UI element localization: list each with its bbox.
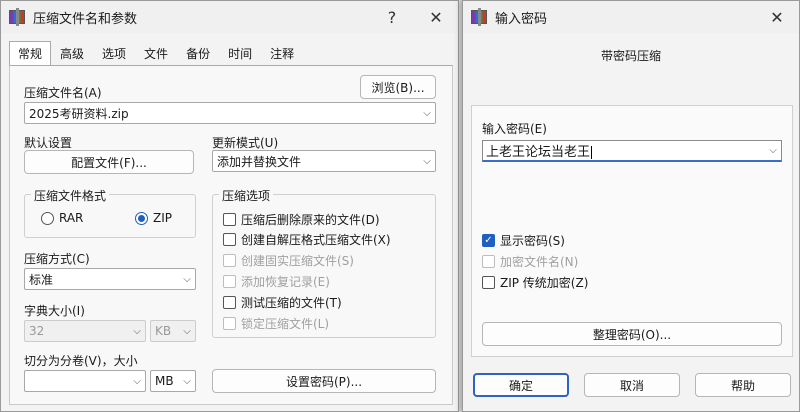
winrar-app-icon <box>9 8 25 26</box>
tab-bar: 常规 高级 选项 文件 备份 时间 注释 <box>9 41 303 65</box>
dict-size-value: 32 <box>29 324 45 338</box>
checkbox-icon <box>223 254 236 267</box>
options-group: 压缩选项 压缩后删除原来的文件(D) 创建自解压格式压缩文件(X) 创建固实压缩… <box>212 187 436 338</box>
lock-archive-checkbox: 锁定压缩文件(L) <box>223 315 329 332</box>
method-select[interactable]: 标准 ⌵ <box>24 268 196 290</box>
options-group-title: 压缩选项 <box>219 187 274 204</box>
test-files-checkbox[interactable]: 测试压缩的文件(T) <box>223 294 342 311</box>
sfx-checkbox[interactable]: 创建自解压格式压缩文件(X) <box>223 231 391 248</box>
delete-after-checkbox[interactable]: 压缩后删除原来的文件(D) <box>223 211 380 228</box>
browse-button[interactable]: 浏览(B)... <box>360 75 436 99</box>
password-input[interactable]: 上老王论坛当老王 ⌵ <box>482 140 782 162</box>
cancel-button[interactable]: 取消 <box>584 373 680 397</box>
password-subtitle: 带密码压缩 <box>600 49 661 63</box>
enter-password-label: 输入密码(E) <box>482 122 547 136</box>
method-value: 标准 <box>29 272 54 287</box>
checkbox-icon <box>223 317 236 330</box>
update-mode-value: 添加并替换文件 <box>217 154 302 169</box>
radio-icon <box>41 211 54 225</box>
tab-backup[interactable]: 备份 <box>177 41 219 65</box>
chevron-down-icon[interactable]: ⌵ <box>129 376 145 387</box>
chevron-down-icon: ⌵ <box>183 325 191 337</box>
format-rar-radio[interactable]: RAR <box>41 211 83 225</box>
chevron-down-icon[interactable]: ⌵ <box>179 376 195 387</box>
tab-time[interactable]: 时间 <box>219 41 261 65</box>
checkbox-icon <box>482 276 495 289</box>
organize-passwords-button[interactable]: 整理密码(O)... <box>482 322 782 346</box>
split-unit-select[interactable]: MB ⌵ <box>150 370 196 392</box>
method-label: 压缩方式(C) <box>24 252 90 266</box>
tab-files[interactable]: 文件 <box>135 41 177 65</box>
split-unit-value: MB <box>155 374 174 388</box>
help-button[interactable]: 帮助 <box>695 373 791 397</box>
archive-name-value: 2025考研资料.zip <box>29 106 129 121</box>
profiles-button[interactable]: 配置文件(F)... <box>24 150 194 174</box>
recovery-record-checkbox: 添加恢复记录(E) <box>223 273 330 290</box>
split-label: 切分为分卷(V)，大小 <box>24 354 138 368</box>
tab-options[interactable]: 选项 <box>93 41 135 65</box>
archive-params-window: 压缩文件名和参数 ? ✕ 常规 高级 选项 文件 备份 时间 注释 压缩文件名(… <box>0 0 459 412</box>
zip-legacy-checkbox[interactable]: ZIP 传统加密(Z) <box>482 274 588 291</box>
set-password-button[interactable]: 设置密码(P)... <box>212 369 436 393</box>
checkbox-checked-icon: ✓ <box>482 234 495 247</box>
general-panel: 压缩文件名(A) 浏览(B)... 2025考研资料.zip ⌵ 默认设置 配置… <box>9 65 453 405</box>
help-icon[interactable]: ? <box>370 1 414 33</box>
encrypt-names-checkbox: 加密文件名(N) <box>482 253 578 270</box>
tab-general[interactable]: 常规 <box>9 41 52 65</box>
checkbox-icon <box>223 296 236 309</box>
checkbox-icon <box>223 233 236 246</box>
update-mode-label: 更新模式(U) <box>212 136 279 150</box>
winrar-app-icon <box>471 8 487 26</box>
format-zip-radio[interactable]: ZIP <box>135 211 172 225</box>
password-dialog: 输入密码 ✕ 带密码压缩 输入密码(E) 上老王论坛当老王 ⌵ ✓ 显示密码(S… <box>462 0 800 412</box>
format-group-title: 压缩文件格式 <box>31 187 110 204</box>
password-window-title: 输入密码 <box>495 11 548 27</box>
password-titlebar: 输入密码 ✕ <box>463 1 799 33</box>
checkbox-icon <box>482 255 495 268</box>
close-icon[interactable]: ✕ <box>755 1 799 33</box>
dict-size-select: 32 ⌵ <box>24 320 146 342</box>
archive-name-label: 压缩文件名(A) <box>24 86 102 100</box>
tab-comment[interactable]: 注释 <box>261 41 303 65</box>
main-window-title: 压缩文件名和参数 <box>33 11 138 27</box>
dict-unit-value: KB <box>155 324 172 338</box>
dict-unit-select: KB ⌵ <box>150 320 196 342</box>
chevron-down-icon[interactable]: ⌵ <box>179 274 195 285</box>
show-password-checkbox[interactable]: ✓ 显示密码(S) <box>482 232 565 249</box>
chevron-down-icon[interactable]: ⌵ <box>419 108 435 119</box>
default-settings-label: 默认设置 <box>24 136 73 150</box>
chevron-down-icon: ⌵ <box>133 325 141 337</box>
password-panel: 输入密码(E) 上老王论坛当老王 ⌵ ✓ 显示密码(S) 加密文件名(N) ZI… <box>471 105 793 357</box>
update-mode-select[interactable]: 添加并替换文件 ⌵ <box>212 150 436 172</box>
dict-size-label: 字典大小(I) <box>24 304 85 318</box>
archive-name-combo[interactable]: 2025考研资料.zip ⌵ <box>24 102 436 124</box>
checkbox-icon <box>223 275 236 288</box>
password-value: 上老王论坛当老王 <box>486 145 591 160</box>
solid-checkbox: 创建固实压缩文件(S) <box>223 252 354 269</box>
chevron-down-icon[interactable]: ⌵ <box>419 156 435 167</box>
close-icon[interactable]: ✕ <box>414 1 458 33</box>
radio-selected-icon <box>135 211 148 225</box>
checkbox-icon <box>223 213 236 226</box>
format-group: 压缩文件格式 RAR ZIP <box>24 187 196 238</box>
split-size-input[interactable]: ⌵ <box>24 370 146 392</box>
chevron-down-icon[interactable]: ⌵ <box>765 145 781 156</box>
tab-advanced[interactable]: 高级 <box>51 41 93 65</box>
ok-button[interactable]: 确定 <box>473 373 569 397</box>
main-titlebar: 压缩文件名和参数 ? ✕ <box>1 1 458 33</box>
